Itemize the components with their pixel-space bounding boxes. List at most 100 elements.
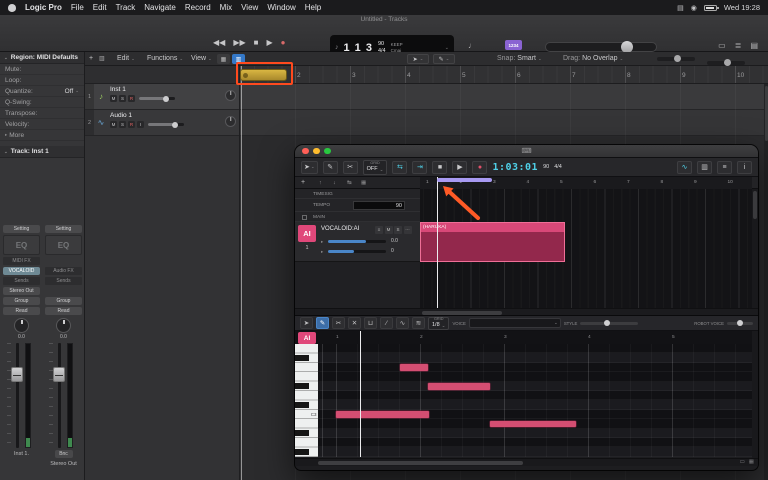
grid-view-button[interactable]: ▦ xyxy=(217,54,230,64)
apple-menu-icon[interactable] xyxy=(8,3,16,12)
move-down-icon[interactable]: ↓ xyxy=(333,180,336,186)
black-key[interactable] xyxy=(295,430,309,437)
duplicate-track-icon[interactable]: ▥ xyxy=(99,55,105,62)
pencil-tool-button[interactable]: ✎ xyxy=(322,160,338,174)
pan-knob[interactable] xyxy=(14,318,29,333)
volume-fader[interactable] xyxy=(45,343,82,448)
menu-mix[interactable]: Mix xyxy=(220,3,232,12)
solo-button[interactable]: S xyxy=(119,95,126,102)
playhead[interactable] xyxy=(241,66,242,480)
midi-note[interactable] xyxy=(400,364,428,371)
track-header-inst1[interactable]: 1 ♪ Inst 1 M S R xyxy=(85,84,239,110)
command-click-tool-selector[interactable]: ✎ ⌄ xyxy=(433,54,455,64)
track-list-button[interactable]: ≡ xyxy=(717,160,732,174)
metronome-icon[interactable]: ♩ xyxy=(468,41,476,50)
track-header-audio1[interactable]: 2 ∿ Audio 1 M S R I xyxy=(85,110,239,136)
black-key[interactable] xyxy=(295,402,309,409)
vocaloid-title-bar[interactable]: ⌨ xyxy=(295,145,758,158)
midi-note[interactable] xyxy=(428,383,490,390)
param-row-more[interactable]: ▸ More xyxy=(0,130,84,141)
black-key[interactable] xyxy=(295,449,309,456)
menu-track[interactable]: Track xyxy=(116,3,136,12)
zoom-button[interactable] xyxy=(324,147,331,155)
menu-file[interactable]: File xyxy=(71,3,84,12)
info-button[interactable]: i xyxy=(737,160,752,174)
piano-vertical-scrollbar[interactable] xyxy=(752,331,758,458)
automation-mode-button[interactable]: Read xyxy=(45,307,82,315)
zoom-fit-icon[interactable]: ▭ xyxy=(740,459,745,465)
list-editors-icon[interactable]: ≣ xyxy=(735,41,742,50)
record-button[interactable]: ● xyxy=(472,160,488,174)
black-key[interactable] xyxy=(295,355,309,362)
style-slider[interactable] xyxy=(580,319,639,326)
stop-button[interactable]: ■ xyxy=(432,160,448,174)
count-in-button[interactable]: 1234 xyxy=(505,40,522,50)
sends-slot[interactable]: Sends xyxy=(3,277,40,285)
vocaloid-editor-window[interactable]: ⌨ ➤ ⌄ ✎ ✂ GRID OFF ⌄ ⇆ ⇥ ■ ▶ ● 1:03:01 90 … xyxy=(295,145,758,470)
track-volume-slider[interactable] xyxy=(139,95,175,102)
scissors-tool-button[interactable]: ✂ xyxy=(342,160,358,174)
menu-logic-pro[interactable]: Logic Pro xyxy=(25,3,62,12)
setting-button[interactable]: Setting xyxy=(45,225,82,233)
input-monitor-button[interactable]: I xyxy=(137,121,144,128)
param-row-mute[interactable]: Mute: xyxy=(0,64,84,75)
expand-icon[interactable]: ▸ xyxy=(321,239,323,245)
solo-button[interactable]: S xyxy=(394,225,402,234)
setting-button[interactable]: Setting xyxy=(3,225,40,233)
voc-horizontal-scrollbar[interactable] xyxy=(295,308,758,315)
control-center-icon[interactable]: ▤ xyxy=(677,4,684,12)
menu-edit-dropdown[interactable]: Edit ⌄ xyxy=(117,55,135,62)
track-inspector-header[interactable]: ⌄ Track: Inst 1 xyxy=(0,146,84,158)
param-row-loop[interactable]: Loop: xyxy=(0,75,84,86)
zoom-grid-icon[interactable]: ▦ xyxy=(749,459,754,465)
voc-track-name[interactable]: VOCALOID:AI xyxy=(321,226,359,232)
track-color-badge[interactable]: AI xyxy=(298,225,316,242)
horizontal-zoom-slider[interactable] xyxy=(657,55,695,62)
group-slot[interactable]: Group xyxy=(45,297,82,305)
record-enable-button[interactable]: R xyxy=(128,95,135,102)
mixer-icon[interactable]: ▤ xyxy=(750,41,758,50)
piano-horizontal-scrollbar[interactable] xyxy=(295,458,758,466)
track-pan-knob[interactable] xyxy=(225,116,236,127)
move-up-icon[interactable]: ↑ xyxy=(319,180,322,186)
menu-help[interactable]: Help xyxy=(305,3,321,12)
vocaloid-track-row[interactable]: AI 1 VOCALOID:AI ≡ M S ⋯ ▸ 0.0 ▸ 0 xyxy=(295,222,420,262)
eq-thumbnail[interactable]: EQ xyxy=(45,235,82,255)
pointer-tool-button[interactable]: ➤ xyxy=(300,317,313,329)
menu-navigate[interactable]: Navigate xyxy=(144,3,176,12)
audio-fx-slot[interactable]: Audio FX xyxy=(45,267,82,275)
timesig-row[interactable]: TIMESIG xyxy=(295,189,420,199)
automation-curve-button[interactable]: ∿ xyxy=(677,160,692,174)
track-pan-slider[interactable] xyxy=(328,250,386,253)
minimize-button[interactable] xyxy=(313,147,320,155)
punch-out-button[interactable]: ⇥ xyxy=(412,160,428,174)
siri-icon[interactable]: ◉ xyxy=(691,4,697,12)
add-track-button[interactable]: + xyxy=(301,179,305,186)
battery-icon[interactable] xyxy=(703,4,719,11)
display-mode-icon[interactable]: ▭ xyxy=(718,41,726,50)
stop-button[interactable]: ■ xyxy=(254,38,259,47)
vocal-region[interactable]: (HARUKA) xyxy=(420,222,565,262)
robot-voice-slider[interactable] xyxy=(727,319,753,326)
voice-part-badge[interactable]: AI xyxy=(298,332,316,344)
midi-fx-slot[interactable]: MIDI FX xyxy=(3,257,40,265)
param-row-transpose[interactable]: Transpose: xyxy=(0,108,84,119)
menu-view[interactable]: View xyxy=(241,3,258,12)
menu-record[interactable]: Record xyxy=(185,3,211,12)
main-row[interactable]: MAIN xyxy=(295,212,420,222)
sends-slot[interactable]: Sends xyxy=(45,277,82,285)
glue-tool-button[interactable]: ⊔ xyxy=(364,317,377,329)
piano-keyboard[interactable]: C3 xyxy=(295,344,318,457)
param-row-quantize[interactable]: Quantize: Off ⌄ xyxy=(0,86,84,97)
menu-clock[interactable]: Wed 19:28 xyxy=(724,3,760,12)
midi-note[interactable] xyxy=(490,420,576,428)
bounce-button[interactable]: Bnc xyxy=(54,450,73,458)
expand-icon[interactable]: ▸ xyxy=(321,249,323,255)
master-volume-slider[interactable] xyxy=(545,41,657,53)
bar-ruler[interactable]: 2 3 4 5 6 7 8 9 10 xyxy=(240,66,768,84)
line-tool-button[interactable]: ∕ xyxy=(380,317,393,329)
play-button[interactable]: ▶ xyxy=(266,38,272,47)
eraser-tool-button[interactable]: ✕ xyxy=(348,317,361,329)
record-enable-button[interactable]: R xyxy=(128,121,135,128)
vertical-zoom-slider[interactable] xyxy=(707,59,745,66)
